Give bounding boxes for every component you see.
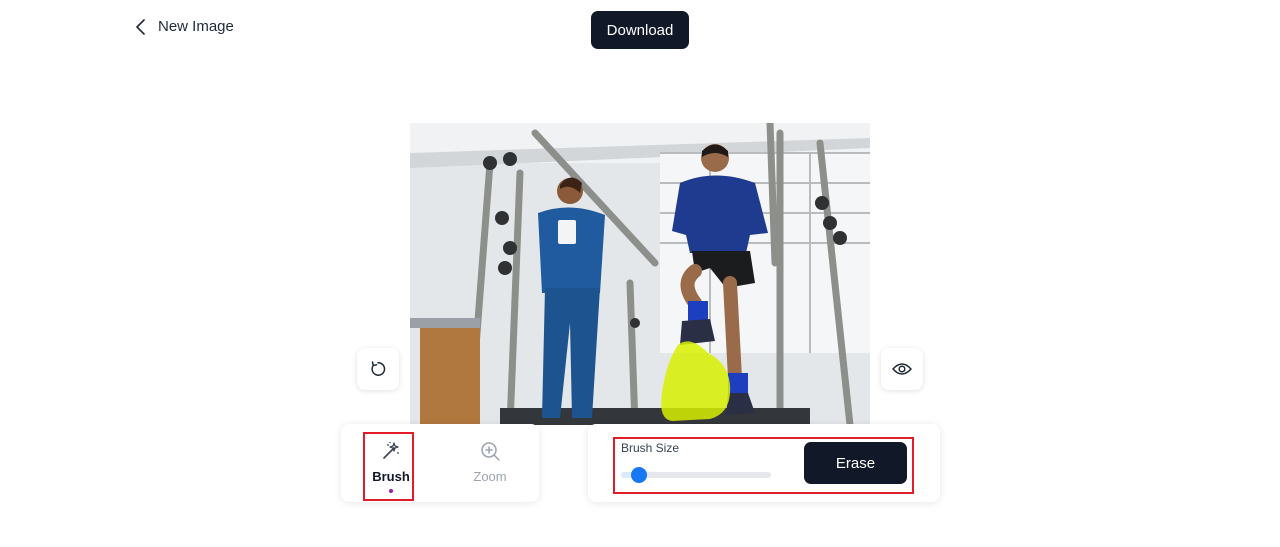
erase-button[interactable]: Erase [804, 442, 907, 484]
zoom-tool-label: Zoom [473, 469, 507, 484]
eye-icon [892, 363, 912, 375]
brush-size-label: Brush Size [621, 441, 680, 455]
brush-size-slider[interactable] [621, 467, 771, 483]
reset-icon [371, 361, 386, 376]
preview-button[interactable] [881, 348, 923, 390]
zoom-in-icon [481, 442, 500, 461]
photo [410, 123, 870, 425]
image-canvas[interactable] [410, 123, 870, 425]
chevron-left-icon [136, 18, 145, 35]
magic-wand-icon [383, 441, 399, 459]
download-button[interactable]: Download [591, 11, 689, 49]
brush-controls-panel: Brush Size Erase [588, 424, 940, 502]
brush-tool-label: Brush [372, 469, 410, 484]
back-label: New Image [158, 18, 234, 35]
slider-thumb[interactable] [631, 467, 647, 483]
active-indicator-dot [389, 489, 393, 493]
brush-tool[interactable]: Brush [361, 432, 421, 496]
back-button[interactable]: New Image [134, 18, 234, 35]
zoom-tool[interactable]: Zoom [460, 432, 520, 496]
reset-button[interactable] [357, 348, 399, 390]
editor-page: New Image Download Brush Zoom Brush Size… [0, 0, 1280, 547]
tools-panel: Brush Zoom [341, 424, 539, 502]
